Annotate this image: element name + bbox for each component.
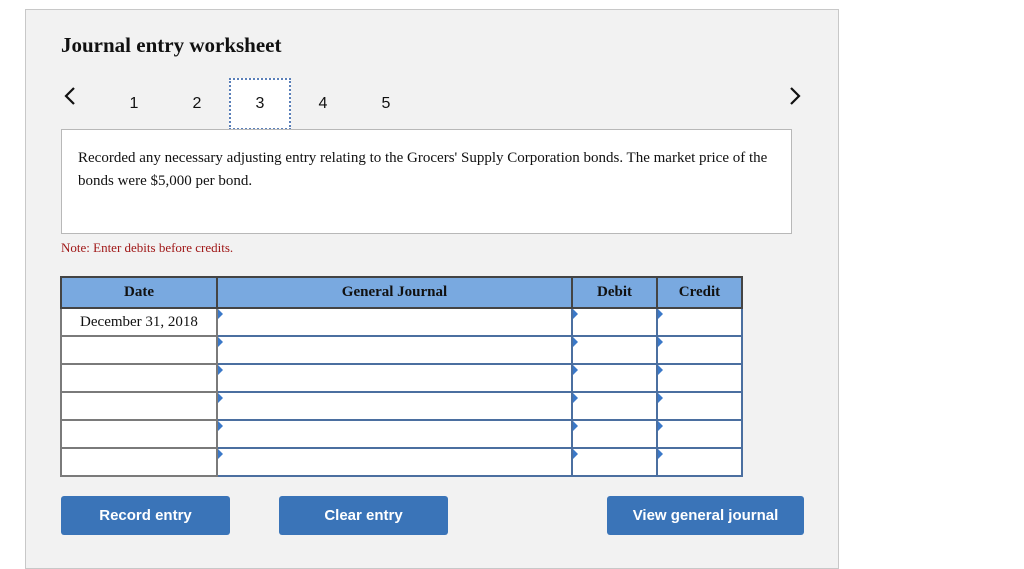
account-input[interactable] [216, 335, 573, 365]
step-tab-2[interactable]: 2 [166, 78, 228, 130]
debit-input[interactable] [571, 419, 658, 449]
view-general-journal-button[interactable]: View general journal [607, 496, 804, 535]
date-cell[interactable] [60, 335, 218, 365]
cell-marker-icon [658, 421, 663, 431]
date-cell[interactable] [60, 391, 218, 421]
cell-marker-icon [658, 393, 663, 403]
credit-input[interactable] [656, 363, 743, 393]
cell-marker-icon [218, 337, 223, 347]
cell-marker-icon [218, 449, 223, 459]
cell-marker-icon [658, 365, 663, 375]
table-row [60, 447, 743, 477]
date-cell[interactable] [60, 363, 218, 393]
credit-input[interactable] [656, 447, 743, 477]
debit-input[interactable] [571, 335, 658, 365]
journal-entry-worksheet-panel: Journal entry worksheet 1 2 3 4 5 Record… [25, 9, 839, 569]
cell-marker-icon [573, 365, 578, 375]
account-input[interactable] [216, 363, 573, 393]
step-tab-5[interactable]: 5 [355, 78, 417, 130]
cell-marker-icon [573, 449, 578, 459]
date-cell[interactable] [60, 447, 218, 477]
chevron-right-icon[interactable] [788, 86, 802, 106]
table-row: December 31, 2018 [60, 307, 743, 337]
step-tab-1[interactable]: 1 [103, 78, 165, 130]
credit-input[interactable] [656, 335, 743, 365]
credit-input[interactable] [656, 391, 743, 421]
header-date: Date [60, 276, 218, 309]
account-input[interactable] [216, 419, 573, 449]
credit-input[interactable] [656, 307, 743, 337]
entry-description-text: Recorded any necessary adjusting entry r… [78, 150, 768, 189]
debits-credits-note: Note: Enter debits before credits. [61, 240, 234, 255]
account-input[interactable] [216, 447, 573, 477]
cell-marker-icon [658, 449, 663, 459]
record-entry-button[interactable]: Record entry [61, 496, 230, 535]
cell-marker-icon [658, 337, 663, 347]
cell-marker-icon [658, 309, 663, 319]
cell-marker-icon [218, 393, 223, 403]
table-row [60, 419, 743, 449]
date-cell[interactable]: December 31, 2018 [60, 307, 218, 337]
table-row [60, 391, 743, 421]
header-debit: Debit [571, 276, 658, 309]
entry-description: Recorded any necessary adjusting entry r… [61, 129, 792, 234]
header-credit: Credit [656, 276, 743, 309]
table-row [60, 363, 743, 393]
account-input[interactable] [216, 307, 573, 337]
debit-input[interactable] [571, 391, 658, 421]
account-input[interactable] [216, 391, 573, 421]
table-row [60, 335, 743, 365]
cell-marker-icon [573, 393, 578, 403]
debit-input[interactable] [571, 363, 658, 393]
cell-marker-icon [573, 337, 578, 347]
step-tab-3-active[interactable]: 3 [229, 78, 291, 130]
chevron-left-icon[interactable] [63, 86, 77, 106]
debit-input[interactable] [571, 307, 658, 337]
credit-input[interactable] [656, 419, 743, 449]
cell-marker-icon [573, 309, 578, 319]
step-tab-4[interactable]: 4 [292, 78, 354, 130]
cell-marker-icon [218, 309, 223, 319]
worksheet-title: Journal entry worksheet [61, 33, 282, 57]
cell-marker-icon [573, 421, 578, 431]
date-cell[interactable] [60, 419, 218, 449]
debit-input[interactable] [571, 447, 658, 477]
cell-marker-icon [218, 421, 223, 431]
clear-entry-button[interactable]: Clear entry [279, 496, 448, 535]
cell-marker-icon [218, 365, 223, 375]
journal-table: Date General Journal Debit Credit Decemb… [60, 276, 743, 477]
table-header-row: Date General Journal Debit Credit [60, 276, 743, 309]
header-general-journal: General Journal [216, 276, 573, 309]
